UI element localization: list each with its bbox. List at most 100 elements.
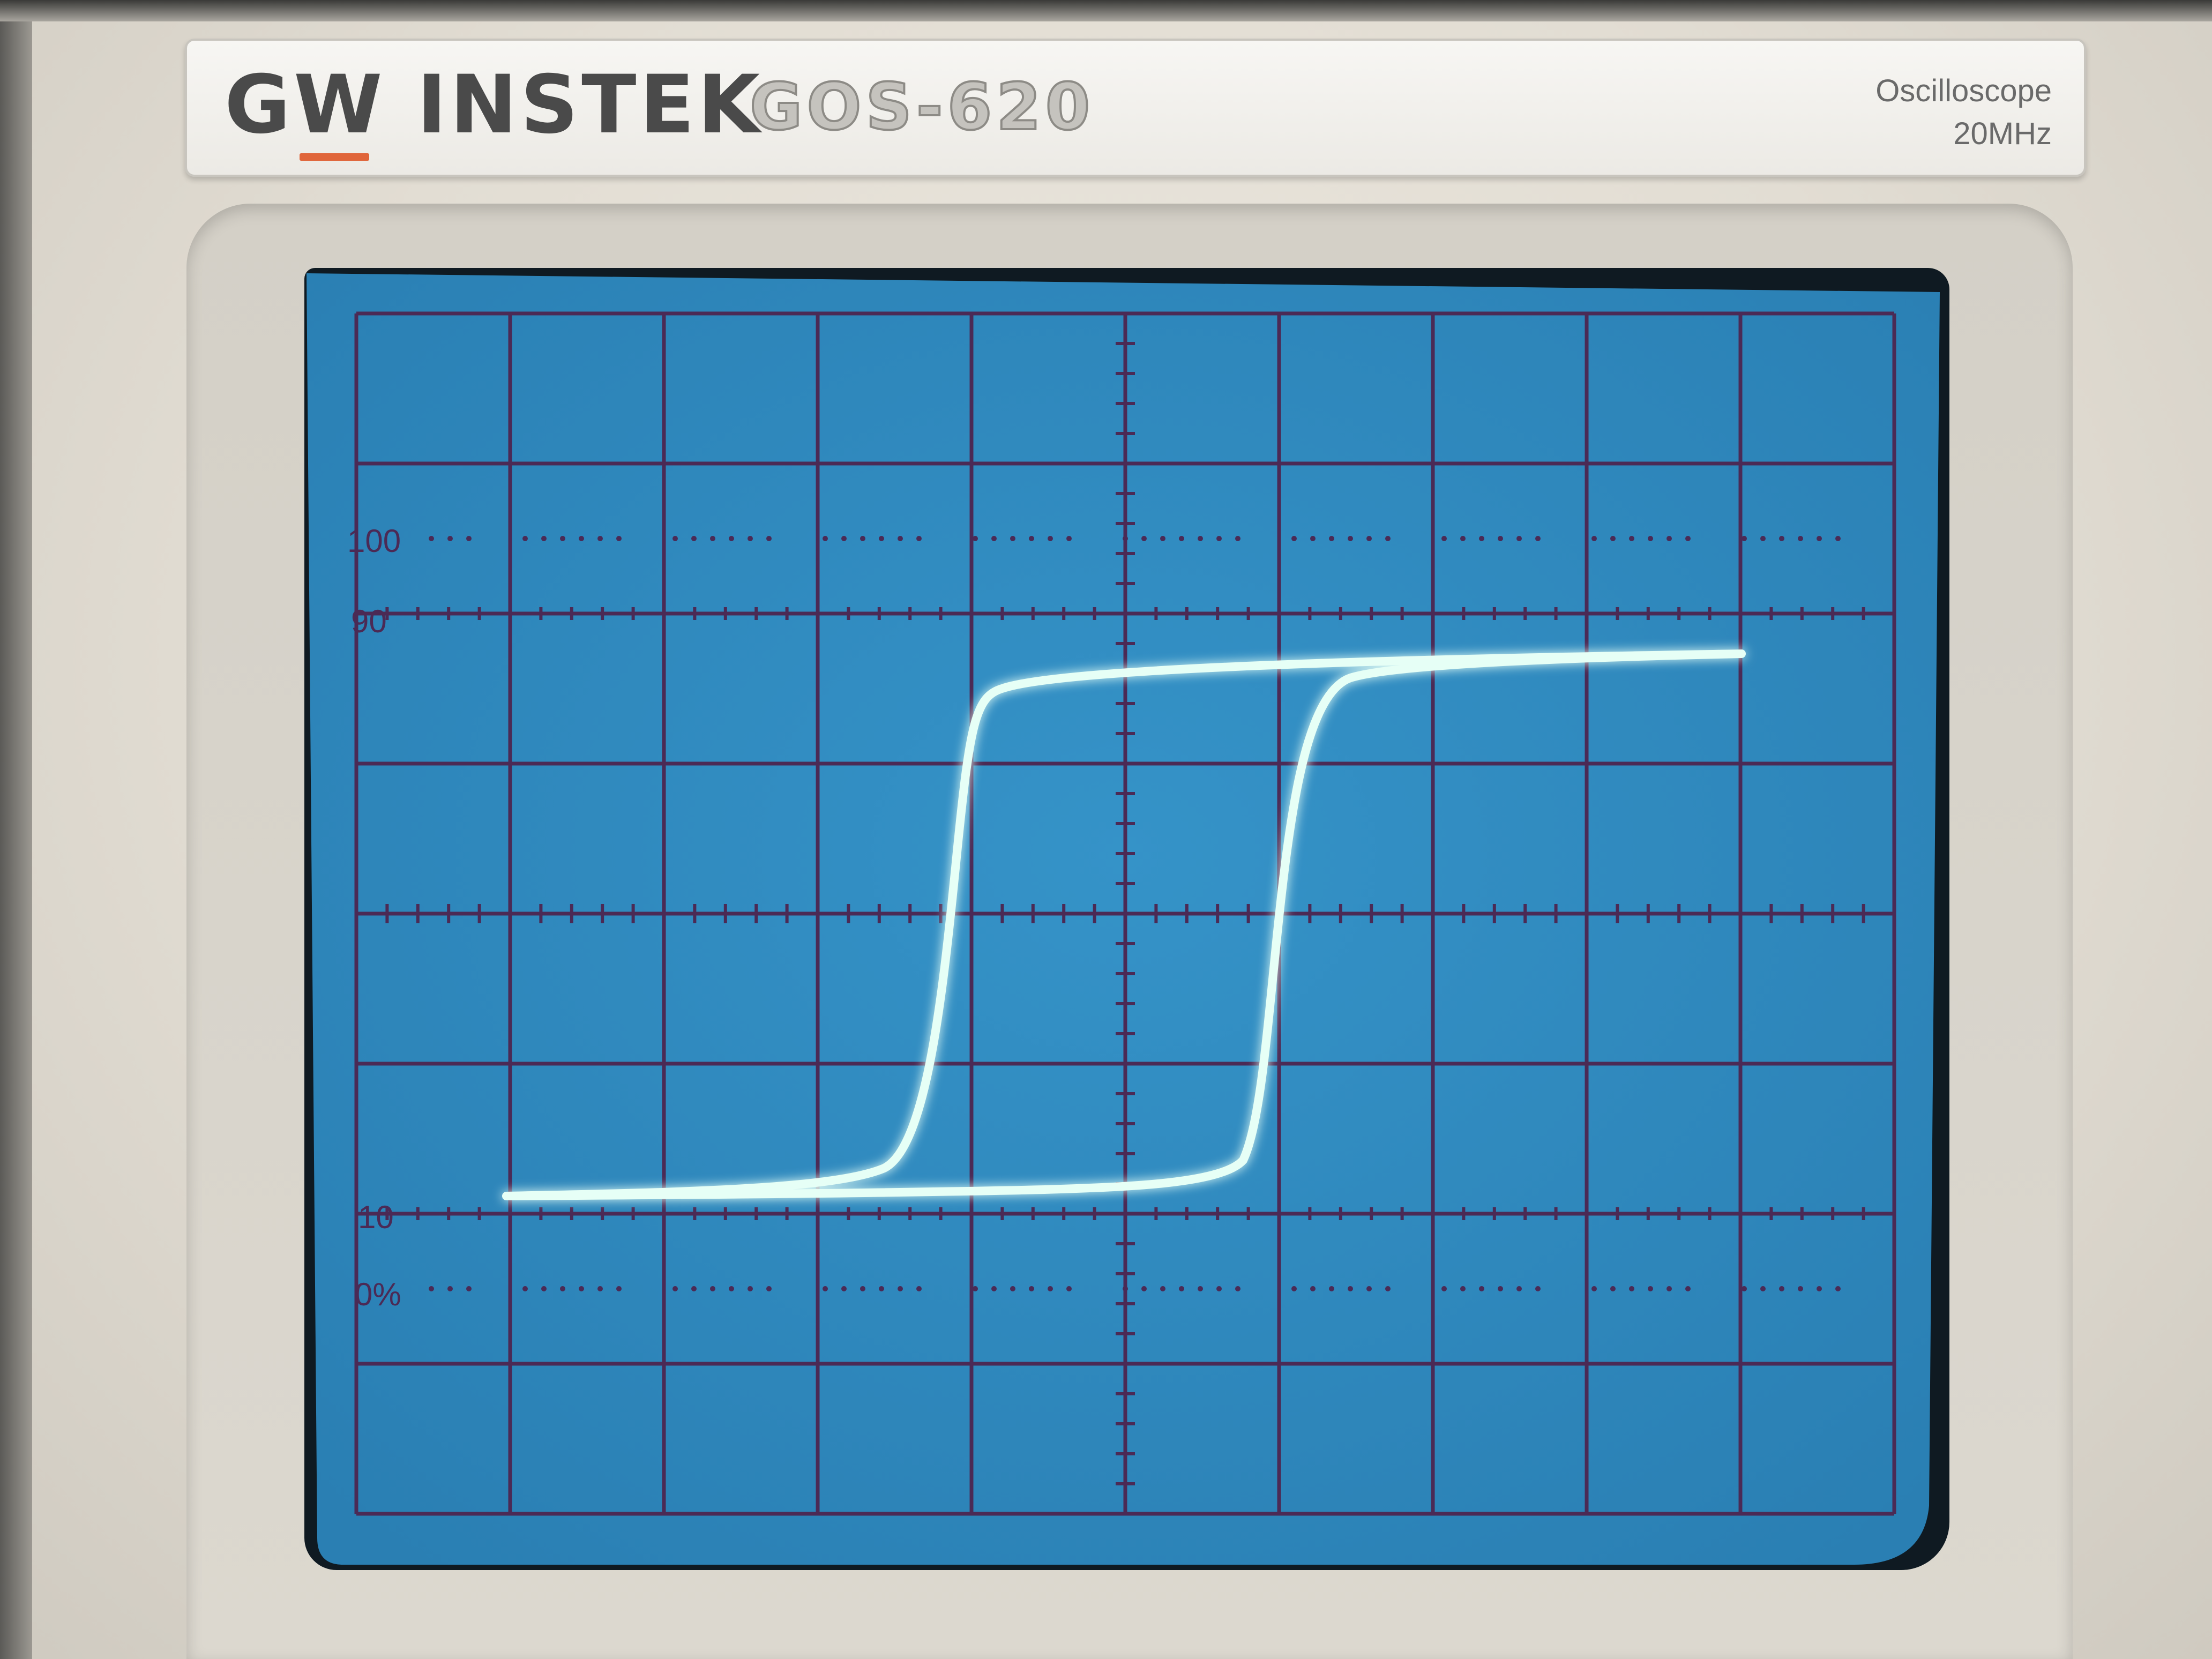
graticule-dot (766, 1286, 772, 1291)
graticule-dot (1591, 536, 1597, 541)
graticule-dot (1216, 536, 1222, 541)
graticule-dot (1610, 536, 1616, 541)
graticule-dot (1610, 1286, 1616, 1291)
graticule-dot (1498, 1286, 1503, 1291)
graticule-dot (1160, 1286, 1165, 1291)
graticule-dot (748, 536, 753, 541)
graticule-dot (1629, 1286, 1634, 1291)
graticule-dot (1479, 1286, 1484, 1291)
graticule-dot (710, 1286, 715, 1291)
graticule-dot (1648, 1286, 1653, 1291)
graticule-dot (1348, 1286, 1353, 1291)
graticule-dot (522, 1286, 528, 1291)
graticule-dot (1029, 536, 1034, 541)
graticule-dot (1366, 536, 1372, 541)
label-100: 100 (347, 523, 401, 559)
graticule-dot (1516, 1286, 1522, 1291)
graticule-dot (860, 1286, 865, 1291)
graticule-dot (1835, 1286, 1841, 1291)
graticule-dot (748, 1286, 753, 1291)
graticule-dot (1291, 1286, 1297, 1291)
graticule-dot (1667, 536, 1672, 541)
graticule-dot (1498, 536, 1503, 541)
graticule-dot (1460, 536, 1466, 541)
graticule-dot (1685, 1286, 1691, 1291)
graticule-dot (447, 1286, 453, 1291)
graticule-dot (823, 1286, 828, 1291)
graticule-dot (1179, 1286, 1184, 1291)
graticule-dot (466, 1286, 472, 1291)
graticule-dot (1066, 536, 1072, 541)
graticule-dot (1648, 536, 1653, 541)
graticule-dot (729, 536, 734, 541)
label-90: 90 (351, 603, 387, 639)
graticule-dot (1460, 1286, 1466, 1291)
graticule-dot (898, 536, 903, 541)
graticule-dot (1123, 536, 1128, 541)
crt-screen: 100 90 10 0% (307, 273, 1940, 1565)
graticule-dot (1310, 536, 1316, 541)
graticule-dot (1441, 1286, 1447, 1291)
graticule-dot (1798, 536, 1803, 541)
graticule-dot (729, 1286, 734, 1291)
graticule-dot (691, 536, 697, 541)
label-0-percent: 0% (355, 1276, 401, 1312)
screen-face (307, 273, 1940, 1565)
graticule-dot (597, 1286, 603, 1291)
graticule-dot (841, 536, 847, 541)
graticule-dot (597, 536, 603, 541)
graticule-dot (1760, 1286, 1766, 1291)
graticule-dot (1629, 536, 1634, 541)
graticule-dot (1667, 1286, 1672, 1291)
graticule-dot (1010, 536, 1015, 541)
graticule-dot (560, 1286, 565, 1291)
graticule-dot (1742, 1286, 1747, 1291)
graticule-dot (916, 1286, 922, 1291)
graticule-dot (991, 536, 997, 541)
graticule-dot (1685, 536, 1691, 541)
graticule-dot (1198, 536, 1203, 541)
graticule-dot (1385, 536, 1391, 541)
graticule-dot (1179, 536, 1184, 541)
graticule-dot (1010, 1286, 1015, 1291)
graticule-dot (710, 536, 715, 541)
graticule-dot (1141, 536, 1147, 541)
graticule-dot (1779, 1286, 1784, 1291)
graticule-dot (429, 1286, 434, 1291)
graticule-dot (1048, 536, 1053, 541)
graticule-dot (466, 536, 472, 541)
graticule-dot (823, 536, 828, 541)
graticule-dot (1066, 1286, 1072, 1291)
graticule-dot (541, 1286, 547, 1291)
graticule-dot (1817, 536, 1822, 541)
graticule-dot (1817, 1286, 1822, 1291)
graticule-dot (672, 536, 678, 541)
graticule-dot (879, 1286, 884, 1291)
graticule-dot (1760, 536, 1766, 541)
graticule-dot (1329, 536, 1334, 541)
graticule-dot (1835, 536, 1841, 541)
graticule-dot (429, 536, 434, 541)
graticule-dot (860, 536, 865, 541)
graticule-dot (1385, 1286, 1391, 1291)
graticule-dot (579, 536, 584, 541)
graticule-dot (1160, 536, 1165, 541)
graticule-dot (1535, 1286, 1541, 1291)
graticule-dot (1141, 1286, 1147, 1291)
graticule-dot (616, 1286, 622, 1291)
graticule-dot (841, 1286, 847, 1291)
graticule-dot (1329, 1286, 1334, 1291)
graticule-dot (560, 536, 565, 541)
graticule-dot (1235, 536, 1240, 541)
graticule-dot (1216, 1286, 1222, 1291)
graticule-dot (447, 536, 453, 541)
graticule-dot (691, 1286, 697, 1291)
graticule-dot (1048, 1286, 1053, 1291)
graticule-dot (1516, 536, 1522, 541)
graticule-dot (1123, 1286, 1128, 1291)
graticule-dot (973, 536, 978, 541)
graticule-dot (1479, 536, 1484, 541)
graticule-dot (1779, 536, 1784, 541)
graticule-dot (672, 1286, 678, 1291)
graticule-dot (991, 1286, 997, 1291)
